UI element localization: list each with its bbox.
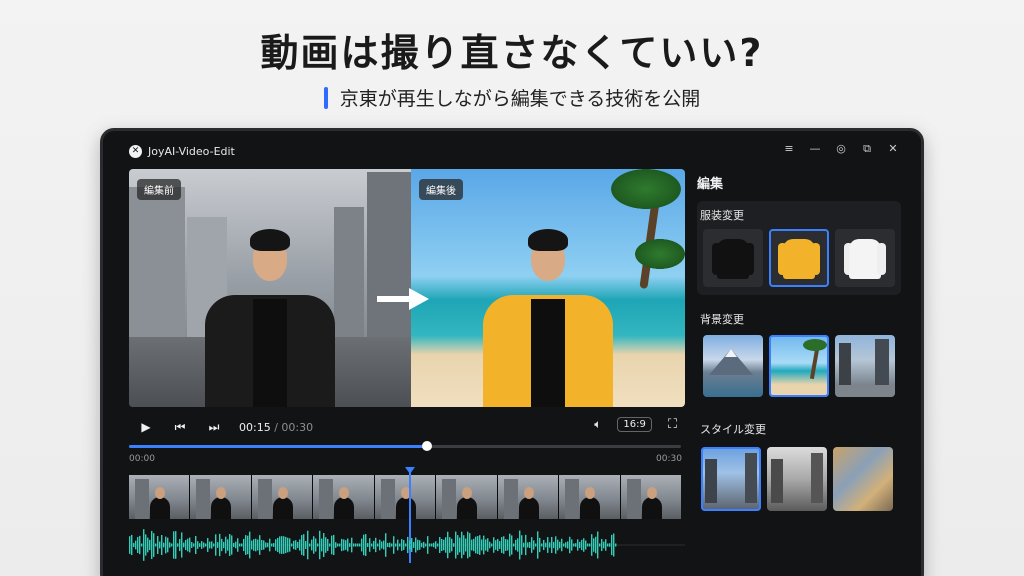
- window-controls: ≡ — ◎ ⧉ ✕: [783, 143, 899, 155]
- progress-bar[interactable]: [129, 441, 681, 451]
- app-logo-icon: ✕: [129, 144, 142, 158]
- filmstrip-frame: [190, 475, 251, 519]
- outfit-option-white[interactable]: [835, 229, 895, 287]
- filmstrip-frame: [251, 475, 313, 519]
- title-bar: ✕ JoyAI-Video-Edit ≡ — ◎ ⧉ ✕: [103, 131, 921, 171]
- fullscreen-icon[interactable]: ⛶: [668, 417, 677, 432]
- progress-fill: [129, 445, 428, 448]
- audio-waveform[interactable]: [129, 521, 685, 569]
- style-option-color[interactable]: [701, 447, 761, 511]
- time-separator: /: [270, 420, 282, 434]
- style-option-monochrome[interactable]: [767, 447, 827, 511]
- filmstrip-frame: [559, 475, 620, 519]
- timeline-start: 00:00: [129, 454, 155, 464]
- aspect-ratio-button[interactable]: 16:9: [617, 417, 652, 432]
- background-option-city[interactable]: [835, 335, 895, 397]
- current-time: 00:15: [239, 420, 271, 434]
- filmstrip-frame: [497, 475, 559, 519]
- panel-title: 編集: [697, 177, 724, 192]
- restore-icon[interactable]: ⧉: [861, 143, 873, 155]
- app-title: JoyAI-Video-Edit: [148, 144, 235, 158]
- arrow-right-icon: [377, 288, 429, 310]
- after-label: 編集後: [419, 179, 463, 200]
- background-option-beach[interactable]: [769, 335, 829, 397]
- filmstrip-frame: [313, 475, 374, 519]
- filmstrip-frame: [129, 475, 190, 519]
- skip-forward-icon[interactable]: ⏭: [197, 420, 231, 435]
- app-window: ✕ JoyAI-Video-Edit ≡ — ◎ ⧉ ✕ 編集前 編集後 ▶ ⏮…: [100, 128, 924, 576]
- skip-back-icon[interactable]: ⏮: [163, 420, 197, 435]
- outfit-title: 服装変更: [700, 209, 744, 222]
- style-title: スタイル変更: [700, 423, 766, 436]
- play-icon[interactable]: ▶: [129, 420, 163, 434]
- after-pane: [411, 169, 685, 407]
- before-pane: [129, 169, 411, 407]
- filmstrip-frame: [436, 475, 497, 519]
- before-label: 編集前: [137, 179, 181, 200]
- subheadline-text: 京東が再生しながら編集できる技術を公開: [339, 88, 701, 110]
- progress-handle[interactable]: [422, 441, 433, 451]
- timeline-end: 00:30: [656, 454, 682, 464]
- background-option-mountain[interactable]: [703, 335, 763, 397]
- duration: 00:30: [281, 420, 314, 434]
- background-title: 背景変更: [700, 313, 744, 326]
- outfit-option-black[interactable]: [703, 229, 763, 287]
- camera-icon[interactable]: ◎: [835, 143, 847, 155]
- outfit-card: 服装変更: [697, 201, 901, 295]
- video-preview[interactable]: 編集前 編集後: [129, 169, 685, 407]
- headline: 動画は撮り直さなくていい?: [260, 31, 764, 75]
- style-card: スタイル変更: [697, 417, 901, 517]
- filmstrip-frame: [620, 475, 681, 519]
- volume-icon[interactable]: 🔈︎: [594, 417, 601, 432]
- background-card: 背景変更: [697, 307, 901, 405]
- subheadline: 京東が再生しながら編集できる技術を公開: [0, 84, 1024, 111]
- time-display: 00:15 / 00:30: [239, 421, 313, 434]
- style-option-painting[interactable]: [833, 447, 893, 511]
- outfit-option-yellow[interactable]: [769, 229, 829, 287]
- close-icon[interactable]: ✕: [887, 143, 899, 155]
- filmstrip[interactable]: [129, 475, 681, 519]
- edit-panel: 編集: [697, 169, 907, 192]
- accent-bar: [323, 86, 328, 109]
- player-controls: ▶ ⏮ ⏭ 00:15 / 00:30 🔈︎ 16:9 ⛶: [129, 415, 685, 439]
- menu-icon[interactable]: ≡: [783, 143, 795, 155]
- filmstrip-frame: [374, 475, 436, 519]
- minimize-icon[interactable]: —: [809, 143, 821, 155]
